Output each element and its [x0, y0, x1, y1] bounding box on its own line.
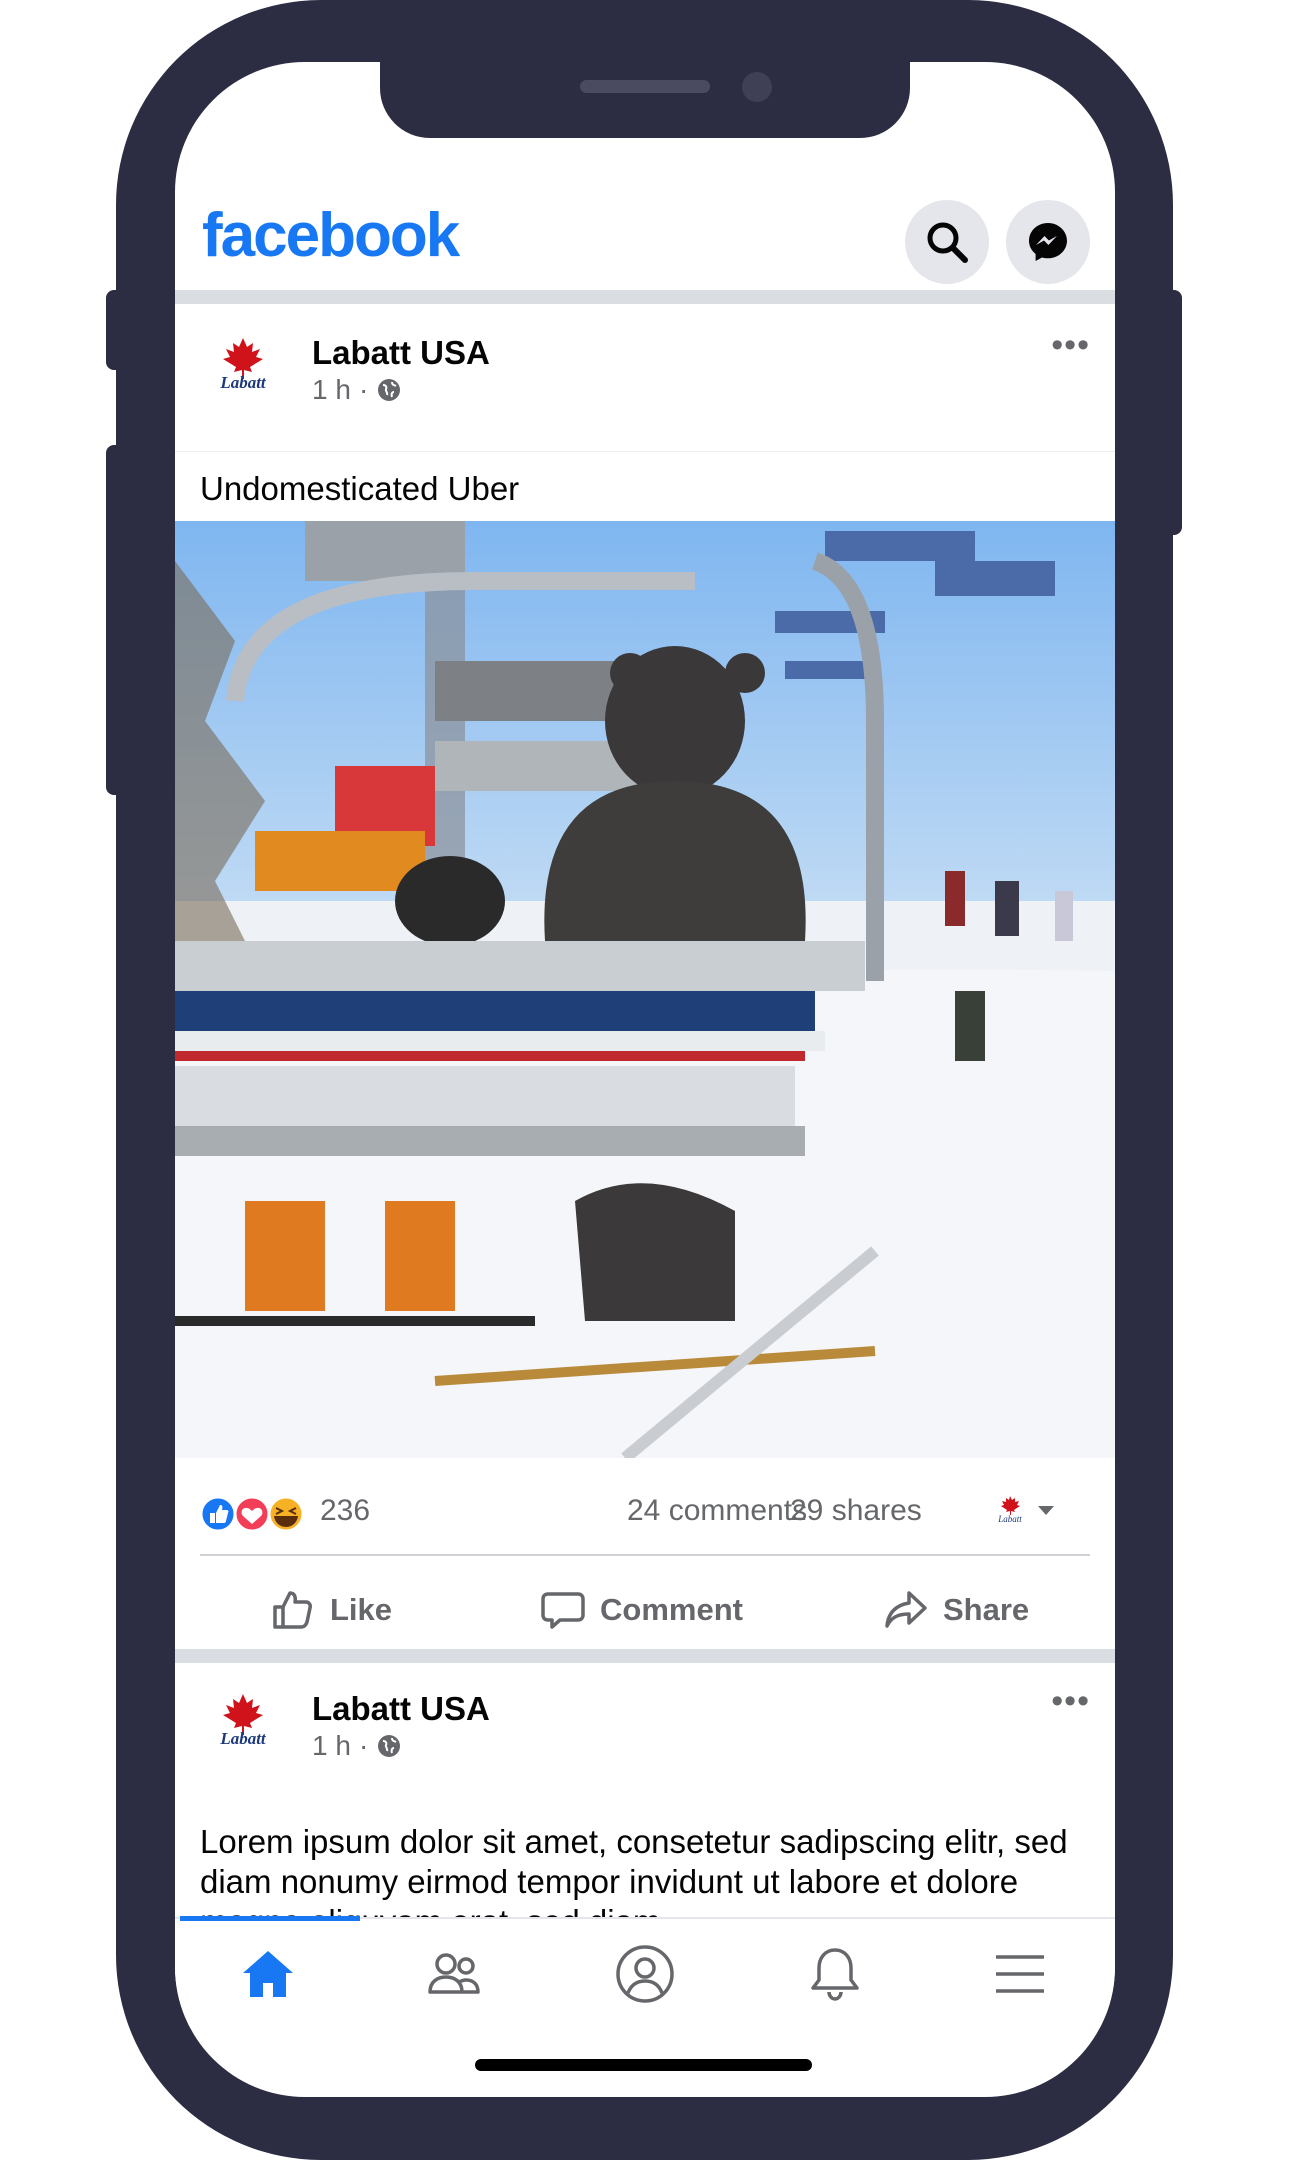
- comment-icon: [541, 1591, 585, 1629]
- ski-lift-bear-photo: [175, 521, 1115, 1458]
- avatar[interactable]: Labatt: [200, 1682, 286, 1768]
- post-text: Lorem ipsum dolor sit amet, consetetur s…: [200, 1823, 1068, 1917]
- post-meta: 1 h ·: [312, 374, 402, 406]
- post-caption: Undomesticated Uber: [200, 470, 520, 507]
- menu-icon: [996, 1955, 1044, 1993]
- app-header: facebook: [175, 177, 1115, 307]
- post-photo[interactable]: [175, 521, 1115, 1458]
- like-icon: [273, 1590, 312, 1629]
- notch: [380, 62, 910, 138]
- like-label: Like: [330, 1591, 393, 1627]
- header-separator: [175, 451, 1115, 452]
- svg-text:Labatt: Labatt: [219, 373, 267, 392]
- more-options-icon[interactable]: •••: [1051, 326, 1090, 365]
- post-author[interactable]: Labatt USA: [312, 1690, 490, 1728]
- post-time[interactable]: 1 h: [312, 374, 351, 406]
- front-camera: [742, 72, 772, 102]
- facebook-logo[interactable]: facebook: [202, 200, 460, 271]
- labatt-logo-icon: Labatt: [219, 1694, 267, 1748]
- post-time[interactable]: 1 h: [312, 1730, 351, 1762]
- comment-button[interactable]: Comment: [540, 1567, 743, 1652]
- globe-icon: [378, 1735, 401, 1757]
- volume-button: [106, 445, 128, 795]
- notifications-icon: [811, 1948, 859, 2001]
- comment-label: Comment: [600, 1591, 743, 1627]
- power-button: [1160, 290, 1182, 535]
- post-stats: 236 24 comments 29 shares Labatt: [175, 1482, 1115, 1542]
- like-reaction-icon: [200, 1495, 305, 1533]
- reaction-icons[interactable]: [200, 1494, 310, 1534]
- globe-icon: [378, 379, 401, 401]
- home-indicator[interactable]: [475, 2059, 812, 2071]
- post-header: Labatt Labatt USA 1 h · •••: [175, 304, 1115, 419]
- nav-menu[interactable]: [987, 1941, 1053, 2007]
- speaker: [580, 80, 710, 93]
- post-header: Labatt Labatt USA 1 h · •••: [175, 1660, 1115, 1775]
- comment-count[interactable]: 24 comments: [627, 1494, 807, 1528]
- stats-divider: [200, 1554, 1090, 1556]
- search-icon: [927, 222, 968, 263]
- labatt-mini-avatar-icon: Labatt: [997, 1496, 1022, 1524]
- active-tab-indicator: [180, 1916, 360, 1921]
- phone-screen: facebook Labatt Labatt USA 1 h · ••• Und…: [175, 62, 1115, 2097]
- share-icon: [885, 1590, 927, 1628]
- profile-icon: [616, 1945, 674, 2003]
- page-selector[interactable]: Labatt: [990, 1490, 1060, 1530]
- more-options-icon[interactable]: •••: [1051, 1682, 1090, 1721]
- avatar[interactable]: Labatt: [200, 326, 286, 412]
- labatt-logo-icon: Labatt: [219, 338, 267, 392]
- caret-down-icon: [1038, 1506, 1054, 1515]
- post-author[interactable]: Labatt USA: [312, 334, 490, 372]
- like-button[interactable]: Like: [270, 1567, 392, 1652]
- mute-switch: [106, 290, 128, 370]
- nav-profile[interactable]: [612, 1941, 678, 2007]
- messenger-icon: [1029, 223, 1067, 261]
- post-meta: 1 h ·: [312, 1730, 402, 1762]
- search-button[interactable]: [905, 200, 989, 284]
- post-actions: Like Comment Share: [175, 1567, 1115, 1652]
- share-label: Share: [943, 1591, 1030, 1627]
- bottom-nav: [175, 1916, 1115, 2029]
- separator-dot: ·: [358, 374, 369, 405]
- svg-text:Labatt: Labatt: [219, 1729, 267, 1748]
- messenger-button[interactable]: [1006, 200, 1090, 284]
- share-count[interactable]: 29 shares: [790, 1494, 922, 1528]
- feed-divider: [175, 290, 1115, 304]
- nav-notifications[interactable]: [802, 1941, 868, 2007]
- share-button[interactable]: Share: [883, 1567, 1029, 1652]
- svg-text:Labatt: Labatt: [997, 1514, 1022, 1524]
- nav-home[interactable]: [235, 1941, 301, 2007]
- friends-icon: [428, 1953, 480, 1994]
- home-icon: [243, 1951, 293, 1997]
- reaction-count[interactable]: 236: [320, 1494, 370, 1528]
- nav-friends[interactable]: [421, 1941, 487, 2007]
- separator-dot: ·: [358, 1730, 369, 1761]
